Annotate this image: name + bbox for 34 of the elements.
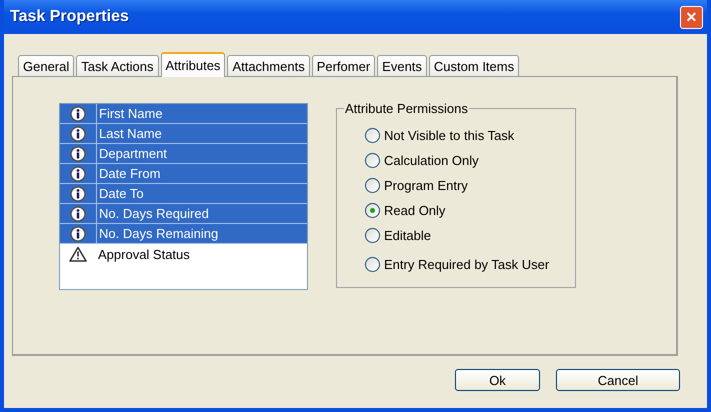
tab[interactable]: General — [18, 55, 74, 76]
radio-option[interactable]: Editable — [365, 223, 575, 248]
attribute-item[interactable]: Date To — [60, 184, 307, 204]
radio-option[interactable]: Not Visible to this Task — [365, 123, 575, 148]
info-icon — [70, 166, 86, 182]
attribute-item[interactable]: Approval Status — [60, 244, 307, 264]
radio-option[interactable]: Program Entry — [365, 173, 575, 198]
tab[interactable]: Perfomer — [312, 55, 376, 76]
tab[interactable]: Attributes — [160, 52, 226, 77]
radio-option[interactable]: Read Only — [365, 198, 575, 223]
tab[interactable]: Events — [377, 55, 427, 76]
attribute-item[interactable]: Department — [60, 144, 307, 164]
window-title: Task Properties — [10, 8, 129, 26]
dialog-button[interactable]: Ok — [455, 369, 540, 391]
close-button[interactable]: ✕ — [680, 6, 703, 28]
attribute-item[interactable]: First Name — [60, 104, 307, 124]
info-icon — [70, 106, 86, 122]
group-title: Attribute Permissions — [344, 101, 469, 116]
warning-icon — [69, 246, 87, 262]
dialog-button[interactable]: Cancel — [556, 369, 680, 391]
tab[interactable]: Attachments — [227, 55, 310, 76]
attribute-item[interactable]: No. Days Required — [60, 204, 307, 224]
tab[interactable]: Task Actions — [76, 55, 159, 76]
attribute-item[interactable]: Date From — [60, 164, 307, 184]
info-icon — [70, 226, 86, 242]
radio-option[interactable]: Entry Required by Task User — [365, 252, 575, 277]
info-icon — [70, 146, 86, 162]
attribute-item[interactable]: No. Days Remaining — [60, 224, 307, 244]
attribute-item[interactable]: Last Name — [60, 124, 307, 144]
tab[interactable]: Custom Items — [428, 55, 520, 76]
info-icon — [70, 206, 86, 222]
info-icon — [70, 186, 86, 202]
radio-option[interactable]: Calculation Only — [365, 148, 575, 173]
info-icon — [70, 126, 86, 142]
